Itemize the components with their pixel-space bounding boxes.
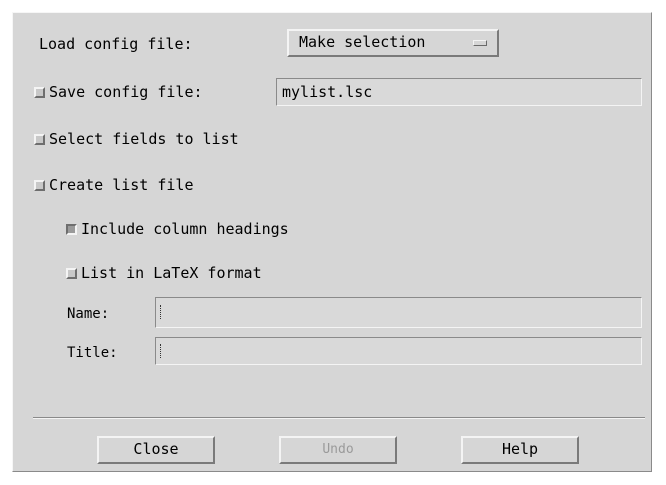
- select-fields-toggle[interactable]: [34, 134, 45, 145]
- create-list-label: Create list file: [49, 176, 194, 194]
- create-list-toggle[interactable]: [34, 180, 45, 191]
- save-config-field[interactable]: mylist.lsc: [276, 78, 642, 106]
- include-headings-label: Include column headings: [81, 220, 289, 238]
- select-fields-label: Select fields to list: [49, 130, 239, 148]
- save-config-label: Save config file:: [49, 83, 203, 101]
- close-button[interactable]: Close: [97, 436, 215, 464]
- title-field[interactable]: [155, 337, 642, 365]
- separator: [33, 417, 645, 419]
- include-headings-toggle[interactable]: [66, 224, 77, 235]
- save-config-toggle[interactable]: [34, 87, 45, 98]
- config-dialog: Load config file: Make selection Save co…: [12, 12, 652, 472]
- menu-indicator-icon: [473, 40, 487, 46]
- name-label: Name:: [67, 306, 110, 322]
- load-config-menu-button[interactable]: Make selection: [287, 29, 499, 57]
- text-cursor: [160, 344, 164, 358]
- latex-format-label: List in LaTeX format: [81, 264, 262, 282]
- latex-format-toggle[interactable]: [66, 268, 77, 279]
- title-label: Title:: [67, 345, 118, 361]
- name-field[interactable]: [155, 297, 642, 328]
- load-config-label: Load config file:: [39, 35, 193, 53]
- load-config-menu-value: Make selection: [299, 33, 426, 51]
- help-button[interactable]: Help: [461, 436, 579, 464]
- text-cursor: [160, 305, 164, 319]
- undo-button[interactable]: Undo: [279, 436, 397, 464]
- save-config-value: mylist.lsc: [282, 83, 373, 101]
